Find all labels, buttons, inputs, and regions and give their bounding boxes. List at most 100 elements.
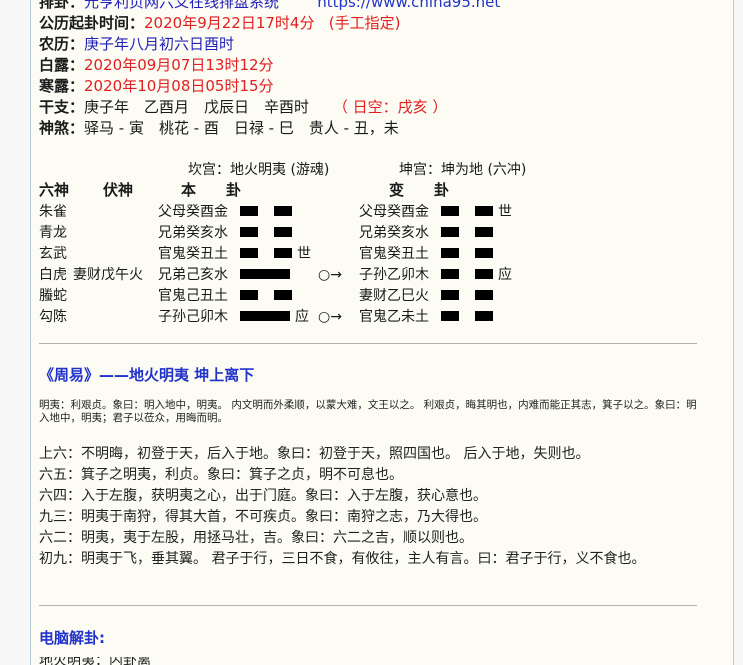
divider	[39, 605, 697, 606]
ben-line-graphic: 世	[234, 244, 311, 265]
yin-line-right	[274, 248, 292, 258]
bian-line-graphic: 世	[435, 202, 512, 223]
liushen-cell: 朱雀	[39, 204, 67, 220]
paigua-line: 排卦：元亨利贞网六爻在线排盘系统 https://www.china95.net	[39, 0, 500, 13]
hanlu-line: 寒露：2020年10月08日05时15分	[39, 76, 274, 97]
ganzhi-label: 干支：	[39, 98, 85, 116]
bian-yao-cell: 官鬼癸丑土	[359, 246, 429, 262]
hexagram-row: 螣蛇 官鬼己丑土 妻财乙巳火	[31, 286, 735, 307]
bailu-line: 白露：2020年09月07日13时12分	[39, 55, 274, 76]
yin-line-right	[274, 290, 292, 300]
yin-line-right	[475, 290, 493, 300]
bian-shi-ying-mark: 世	[498, 204, 512, 220]
nongli-label: 农历：	[39, 35, 85, 53]
yao-line: 初九：明夷于飞，垂其翼。 君子于行，三日不食，有攸往，主人有言。曰：君子于行，义…	[39, 551, 646, 567]
time-mode: (手工指定)	[328, 14, 401, 32]
ai-partial-text-content: 地火明夷：内卦离	[39, 657, 151, 665]
yin-line-right	[475, 227, 493, 237]
shensha-label: 神煞：	[39, 119, 85, 137]
yin-line-left	[441, 206, 459, 216]
bian-yao-cell: 官鬼乙未土	[359, 309, 429, 325]
header-ben-gua: 本 卦	[181, 181, 242, 199]
yin-line-right	[475, 248, 493, 258]
liushen-cell: 玄武	[39, 246, 67, 262]
paigua-label: 排卦：	[39, 0, 85, 11]
time-line: 公历起卦时间：2020年9月22日17时4分 (手工指定)	[39, 13, 400, 34]
ben-yao-cell: 官鬼己丑土	[158, 288, 228, 304]
bian-yao-cell: 兄弟癸亥水	[359, 225, 429, 241]
changed-hexagram-title: 坤宫：坤为地 (六冲)	[399, 162, 527, 178]
ben-yao-cell: 子孙己卯木	[158, 309, 228, 325]
kongwang-value: （ 日空：戌亥 ）	[332, 98, 448, 116]
content-panel: 排卦：元亨利贞网六爻在线排盘系统 https://www.china95.net…	[30, 0, 734, 665]
time-value: 2020年9月22日17时4分	[144, 14, 315, 32]
yin-line-left	[240, 206, 258, 216]
nongli-value: 庚子年八月初六日酉时	[84, 35, 235, 53]
yin-line-left	[441, 269, 459, 279]
site-description: 元亨利贞网六爻在线排盘系统	[84, 0, 280, 11]
ganzhi-value: 庚子年 乙酉月 戊辰日 辛酉时	[84, 98, 310, 116]
hexagram-row: 勾陈 子孙己卯木 应 ○→ 官鬼乙未土	[31, 307, 735, 328]
yin-line-left	[441, 311, 459, 321]
ben-yao-cell: 兄弟癸亥水	[158, 225, 228, 241]
ben-line-graphic	[234, 286, 297, 307]
yin-line-left	[240, 227, 258, 237]
ai-section-title: 电脑解卦:	[39, 629, 105, 647]
bailu-value: 2020年09月07日13时12分	[84, 56, 274, 74]
ben-line-graphic	[234, 223, 297, 244]
yao-line: 六二：明夷，夷于左股，用拯马壮，吉。象曰：六二之吉，顺以则也。	[39, 530, 473, 546]
hexagram-row: 朱雀 父母癸酉金 父母癸酉金 世	[31, 202, 735, 223]
bian-line-graphic	[435, 223, 498, 244]
ganzhi-line: 干支：庚子年 乙酉月 戊辰日 辛酉时 （ 日空：戌亥 ）	[39, 97, 447, 118]
header-bian-gua: 变 卦	[389, 181, 450, 199]
yin-line-left	[240, 248, 258, 258]
ben-line-graphic: 应	[234, 307, 309, 328]
yin-line-right	[475, 311, 493, 321]
yao-line: 九三：明夷于南狩，得其大首，不可疾贞。象曰：南狩之志，乃大得也。	[39, 509, 487, 525]
fushen-cell: 妻财戊午火	[73, 267, 143, 283]
liushen-cell: 白虎	[39, 267, 67, 283]
bian-yao-cell: 妻财乙巳火	[359, 288, 429, 304]
ben-shi-ying-mark: 应	[295, 309, 309, 325]
bian-line-graphic: 应	[435, 265, 512, 286]
zhouyi-note: 明夷：利艰贞。象曰：明入地中，明夷。 内文明而外柔顺，以蒙大难，文王以之。 利艰…	[39, 399, 697, 424]
shensha-value: 驿马 - 寅 桃花 - 酉 日禄 - 巳 贵人 - 丑，未	[84, 119, 399, 137]
bian-yao-cell: 子孙乙卯木	[359, 267, 429, 283]
yin-line-left	[441, 290, 459, 300]
hexagram-row: 玄武 官鬼癸丑土 世 官鬼癸丑土	[31, 244, 735, 265]
liushen-cell: 勾陈	[39, 309, 67, 325]
hanlu-label: 寒露：	[39, 77, 85, 95]
yin-line-left	[441, 248, 459, 258]
ben-line-graphic	[234, 202, 297, 223]
yang-line	[240, 269, 290, 279]
yin-line-right	[475, 269, 493, 279]
liushen-cell: 螣蛇	[39, 288, 67, 304]
bian-line-graphic	[435, 307, 498, 328]
shensha-line: 神煞：驿马 - 寅 桃花 - 酉 日禄 - 巳 贵人 - 丑，未	[39, 118, 399, 139]
bian-yao-cell: 父母癸酉金	[359, 204, 429, 220]
ben-yao-cell: 兄弟己亥水	[158, 267, 228, 283]
nongli-line: 农历：庚子年八月初六日酉时	[39, 34, 234, 55]
yin-line-left	[240, 290, 258, 300]
yin-line-left	[441, 227, 459, 237]
yin-line-right	[475, 206, 493, 216]
moving-marker: ○→	[318, 267, 342, 283]
main-hexagram-title: 坎宫：地火明夷 (游魂)	[188, 162, 330, 178]
yin-line-right	[274, 227, 292, 237]
ben-yao-cell: 父母癸酉金	[158, 204, 228, 220]
bian-line-graphic	[435, 286, 498, 307]
bian-shi-ying-mark: 应	[498, 267, 512, 283]
header-liushen: 六神	[39, 181, 70, 199]
ben-line-graphic	[234, 265, 295, 286]
site-url-link[interactable]: https://www.china95.net	[317, 0, 500, 11]
yin-line-right	[274, 206, 292, 216]
divider	[39, 343, 697, 344]
zhouyi-title: 《周易》——地火明夷 坤上离下	[39, 366, 255, 384]
time-label: 公历起卦时间：	[39, 14, 145, 32]
ben-yao-cell: 官鬼癸丑土	[158, 246, 228, 262]
liushen-cell: 青龙	[39, 225, 67, 241]
yao-line: 六五：箕子之明夷，利贞。象曰：箕子之贞，明不可息也。	[39, 467, 403, 483]
yao-line: 六四：入于左腹，获明夷之心，出于门庭。象曰：入于左腹，获心意也。	[39, 488, 487, 504]
hexagram-row: 青龙 兄弟癸亥水 兄弟癸亥水	[31, 223, 735, 244]
header-fushen: 伏神	[103, 181, 134, 199]
